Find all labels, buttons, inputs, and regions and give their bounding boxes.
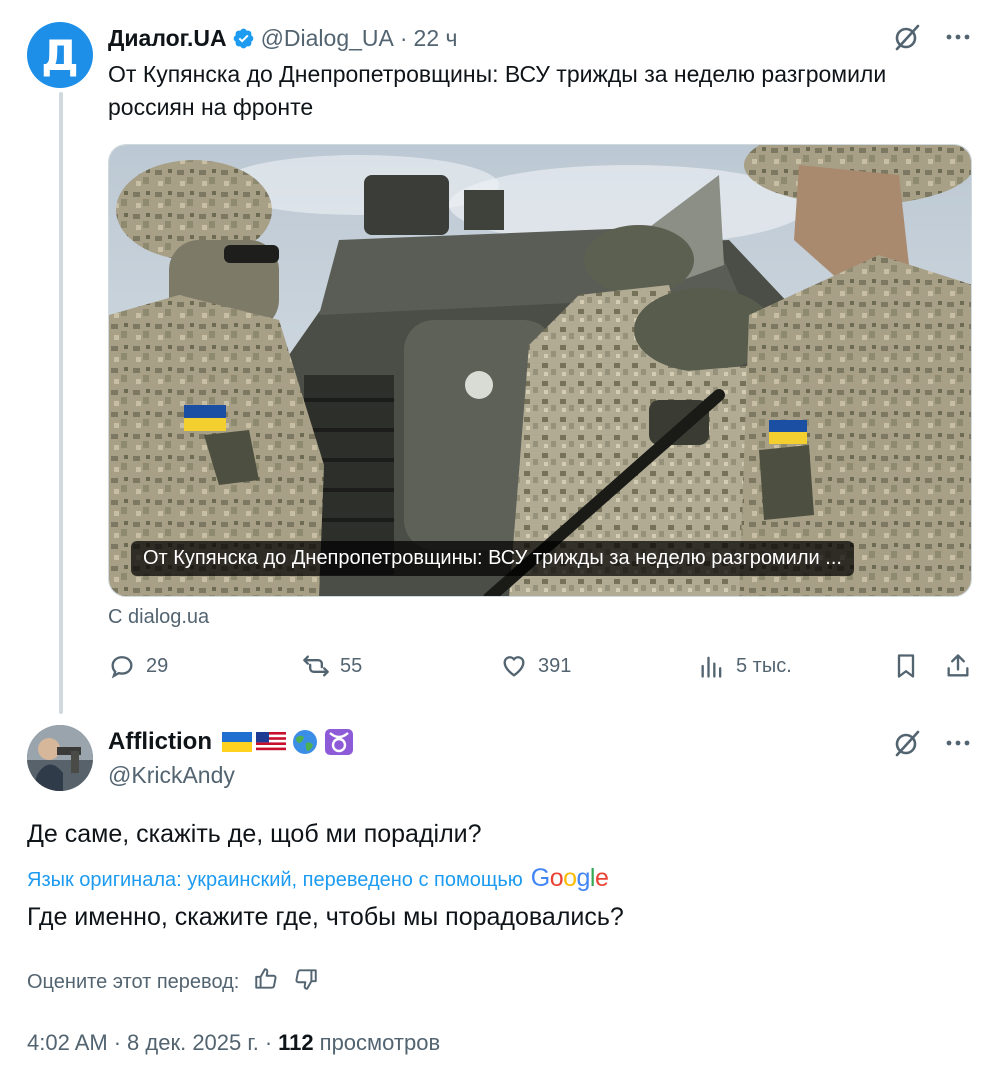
- like-button[interactable]: 391: [500, 652, 571, 680]
- thumbs-down-icon[interactable]: [293, 966, 319, 998]
- parent-tweet-top-actions: [892, 22, 972, 52]
- reply-view-count: 112: [278, 1030, 314, 1055]
- thread-connector-line: [59, 92, 63, 714]
- rate-translation-row: Оцените этот перевод:: [27, 966, 319, 998]
- translation-note: Язык оригинала: украинский, переведено с…: [27, 869, 523, 891]
- grok-icon[interactable]: [892, 22, 922, 52]
- google-logo: Google: [530, 864, 609, 892]
- reply-time[interactable]: 4:02 AM: [27, 1030, 108, 1056]
- reply-button[interactable]: 29: [108, 652, 168, 680]
- view-count: 5 тыс.: [736, 654, 792, 677]
- parent-tweet-time[interactable]: 22 ч: [414, 25, 458, 52]
- reply-author-handle[interactable]: @KrickAndy: [108, 762, 235, 789]
- heart-icon: [503, 656, 525, 677]
- tweet-thread: Д Диалог.UA @Dialog_UA · 22 ч От Купянск…: [0, 0, 1000, 1075]
- share-button[interactable]: [944, 652, 972, 680]
- repost-icon: [303, 655, 329, 677]
- krickandy-avatar[interactable]: [27, 725, 93, 791]
- article-photo: [109, 145, 971, 596]
- bookmark-icon: [897, 654, 915, 678]
- article-link-card[interactable]: От Купянска до Днепропетровщины: ВСУ три…: [108, 144, 972, 597]
- reply-views-label: просмотров: [319, 1030, 441, 1055]
- parent-tweet-header: Диалог.UA @Dialog_UA · 22 ч: [108, 22, 458, 54]
- reply-tweet-top-actions: [892, 728, 972, 758]
- more-options-icon[interactable]: [944, 729, 972, 757]
- parent-tweet-text: От Купянска до Днепропетровщины: ВСУ три…: [108, 61, 887, 120]
- verified-badge-icon[interactable]: [232, 27, 255, 50]
- reply-date[interactable]: 8 дек. 2025 г.: [127, 1030, 259, 1056]
- parent-author-handle[interactable]: @Dialog_UA: [261, 25, 394, 52]
- reply-author-name[interactable]: Affliction: [108, 728, 212, 756]
- reply-author-row: Affliction: [108, 726, 354, 758]
- repost-button[interactable]: 55: [302, 652, 362, 680]
- dialog-ua-avatar[interactable]: Д: [27, 22, 93, 88]
- taurus-icon: [324, 729, 354, 755]
- separator-dot: ·: [113, 1030, 122, 1055]
- article-card-title: От Купянска до Днепропетровщины: ВСУ три…: [131, 541, 854, 576]
- share-icon: [947, 654, 969, 677]
- reply-count: 29: [146, 654, 169, 677]
- article-source-link[interactable]: С dialog.ua: [108, 606, 209, 629]
- thumbs-up-icon[interactable]: [253, 966, 279, 998]
- separator-dot: ·: [264, 1030, 273, 1055]
- more-options-icon[interactable]: [944, 23, 972, 51]
- translated-text: Где именно, скажите где, чтобы мы порадо…: [27, 903, 624, 931]
- rate-translation-label: Оцените этот перевод:: [27, 970, 240, 993]
- reply-icon: [111, 656, 133, 679]
- views-button[interactable]: 5 тыс.: [698, 652, 792, 680]
- ukraine-flag-icon: [221, 729, 252, 755]
- analytics-icon: [701, 656, 722, 678]
- grok-icon[interactable]: [892, 728, 922, 758]
- separator-dot: ·: [399, 24, 408, 51]
- repost-count: 55: [340, 654, 363, 677]
- reply-meta-row: 4:02 AM · 8 дек. 2025 г. · 112 просмотро…: [27, 1030, 440, 1056]
- parent-author-name[interactable]: Диалог.UA: [108, 25, 227, 52]
- translation-notice: Язык оригинала: украинский, переведено с…: [27, 864, 609, 893]
- bookmark-button[interactable]: [892, 652, 920, 680]
- parent-tweet-action-bar: 29 55 391 5 тыс.: [108, 652, 974, 688]
- globe-icon: [290, 729, 320, 755]
- us-flag-icon: [255, 729, 286, 755]
- like-count: 391: [538, 654, 572, 677]
- reply-tweet-text: Де саме, скажіть де, щоб ми пораділи?: [27, 820, 482, 848]
- avatar-photo: [27, 725, 93, 791]
